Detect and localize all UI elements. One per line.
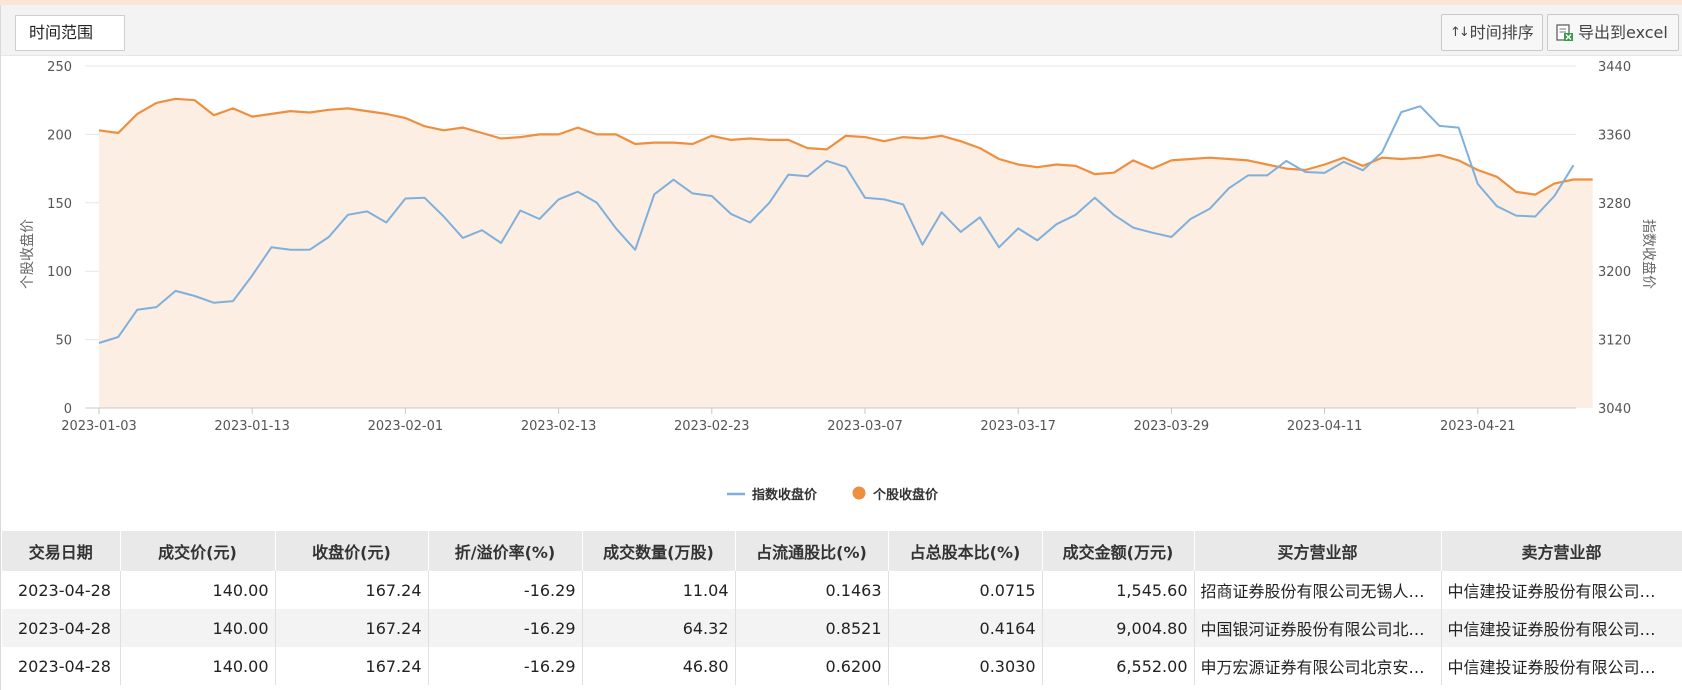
- y-tick-label-right: 3440: [1598, 60, 1631, 75]
- table-header-row: 交易日期 成交价(元) 收盘价(元) 折/溢价率(%) 成交数量(万股) 占流通股比(%)…: [2, 531, 1682, 571]
- x-tick-label: 2023-04-21: [1440, 419, 1516, 434]
- column-header: 占总股本比(%): [888, 531, 1043, 571]
- time-sort-button[interactable]: ↑↓ 时间排序: [1441, 14, 1543, 51]
- table-cell: -16.29: [428, 571, 583, 609]
- table-cell: -16.29: [428, 609, 583, 647]
- table-cell: 2023-04-28: [2, 609, 121, 647]
- table-cell: 0.6200: [735, 647, 889, 685]
- table-cell: 0.4164: [888, 609, 1043, 647]
- table-cell: 11.04: [582, 571, 736, 609]
- table-cell: 167.24: [275, 571, 429, 609]
- legend-index-label: 指数收盘价: [752, 487, 818, 503]
- table-cell: 中信建投证券股份有限公司…: [1441, 609, 1682, 647]
- table-cell: 6,552.00: [1042, 647, 1195, 685]
- price-chart-svg: 0 50 100 150 200 250 3040 3120 3200 3280 3360 3440 个…: [19, 60, 1657, 503]
- table-cell: 招商证券股份有限公司无锡人…: [1194, 571, 1442, 609]
- table-row[interactable]: 2023-04-28 140.00 167.24 -16.29 46.80 0.6200 0…: [2, 647, 1682, 685]
- x-tick-label: 2023-02-01: [368, 419, 444, 434]
- y-tick-label-right: 3120: [1598, 334, 1631, 349]
- y-tick-label-left: 50: [55, 334, 72, 349]
- y-tick-label-right: 3200: [1598, 265, 1631, 280]
- stock-price-area: [99, 98, 1593, 409]
- column-header: 占流通股比(%): [735, 531, 889, 571]
- legend-stock-label: 个股收盘价: [872, 487, 939, 503]
- y-tick-label-left: 200: [47, 128, 72, 143]
- x-tick-label: 2023-03-29: [1134, 419, 1210, 434]
- table-body: 2023-04-28 140.00 167.24 -16.29 11.04 0.1463 0…: [2, 571, 1682, 685]
- y-tick-label-right: 3360: [1598, 128, 1631, 143]
- column-header: 买方营业部: [1194, 531, 1442, 571]
- x-tick-label: 2023-03-07: [827, 419, 903, 434]
- column-header: 收盘价(元): [275, 531, 429, 571]
- table-cell: 9,004.80: [1042, 609, 1195, 647]
- table-cell: 46.80: [582, 647, 736, 685]
- table-cell: 140.00: [120, 571, 276, 609]
- table-cell: 1,545.60: [1042, 571, 1195, 609]
- table-cell: 申万宏源证券有限公司北京安…: [1194, 647, 1442, 685]
- x-tick-label: 2023-02-23: [674, 419, 750, 434]
- y-tick-label-left: 100: [47, 265, 72, 280]
- legend-stock-marker: [852, 486, 866, 500]
- table-row[interactable]: 2023-04-28 140.00 167.24 -16.29 11.04 0.1463 0…: [2, 571, 1682, 609]
- table-cell: 0.0715: [888, 571, 1043, 609]
- export-excel-button[interactable]: 导出到excel: [1547, 14, 1679, 51]
- table-cell: 中信建投证券股份有限公司…: [1441, 647, 1682, 685]
- table-cell: 0.8521: [735, 609, 889, 647]
- y-tick-label-right: 3280: [1598, 197, 1631, 212]
- table-cell: 167.24: [275, 647, 429, 685]
- x-tick-label: 2023-02-13: [521, 419, 597, 434]
- sort-icon: ↑↓: [1450, 25, 1470, 40]
- table-cell: 中信建投证券股份有限公司…: [1441, 571, 1682, 609]
- column-header: 折/溢价率(%): [428, 531, 583, 571]
- table-cell: 140.00: [120, 609, 276, 647]
- time-sort-label: 时间排序: [1469, 23, 1534, 42]
- x-tick-label: 2023-04-11: [1287, 419, 1363, 434]
- table-cell: 2023-04-28: [2, 647, 121, 685]
- table-cell: 64.32: [582, 609, 736, 647]
- y-tick-label-left: 0: [64, 402, 72, 417]
- y-tick-label-left: 250: [47, 60, 72, 75]
- x-tick-label: 2023-01-13: [214, 419, 290, 434]
- table-cell: -16.29: [428, 647, 583, 685]
- block-trade-table: 交易日期 成交价(元) 收盘价(元) 折/溢价率(%) 成交数量(万股) 占流通股比(%)…: [2, 531, 1682, 685]
- excel-icon: [1556, 23, 1573, 41]
- y-axis-label-left: 个股收盘价: [19, 219, 36, 289]
- toolbar: 时间范围 ↑↓ 时间排序 导出到excel: [1, 5, 1682, 56]
- y-tick-label-left: 150: [47, 197, 72, 212]
- y-axis-label-right: 指数收盘价: [1640, 219, 1657, 289]
- x-tick-label: 2023-01-03: [61, 419, 137, 434]
- x-tick-label: 2023-03-17: [980, 419, 1056, 434]
- column-header: 卖方营业部: [1441, 531, 1682, 571]
- table-cell: 2023-04-28: [2, 571, 121, 609]
- time-range-selector[interactable]: 时间范围: [15, 15, 125, 51]
- y-tick-label-right: 3040: [1598, 402, 1631, 417]
- column-header: 成交价(元): [120, 531, 276, 571]
- table-row[interactable]: 2023-04-28 140.00 167.24 -16.29 64.32 0.8521 0…: [2, 609, 1682, 647]
- column-header: 成交数量(万股): [582, 531, 736, 571]
- table-cell: 140.00: [120, 647, 276, 685]
- export-excel-label: 导出到excel: [1578, 23, 1668, 42]
- column-header: 交易日期: [2, 531, 121, 571]
- table-cell: 中国银河证券股份有限公司北…: [1194, 609, 1442, 647]
- price-chart: 0 50 100 150 200 250 3040 3120 3200 3280 3360 3440 个…: [0, 56, 1682, 530]
- column-header: 成交金额(万元): [1042, 531, 1195, 571]
- table-cell: 0.1463: [735, 571, 889, 609]
- table-cell: 167.24: [275, 609, 429, 647]
- table-cell: 0.3030: [888, 647, 1043, 685]
